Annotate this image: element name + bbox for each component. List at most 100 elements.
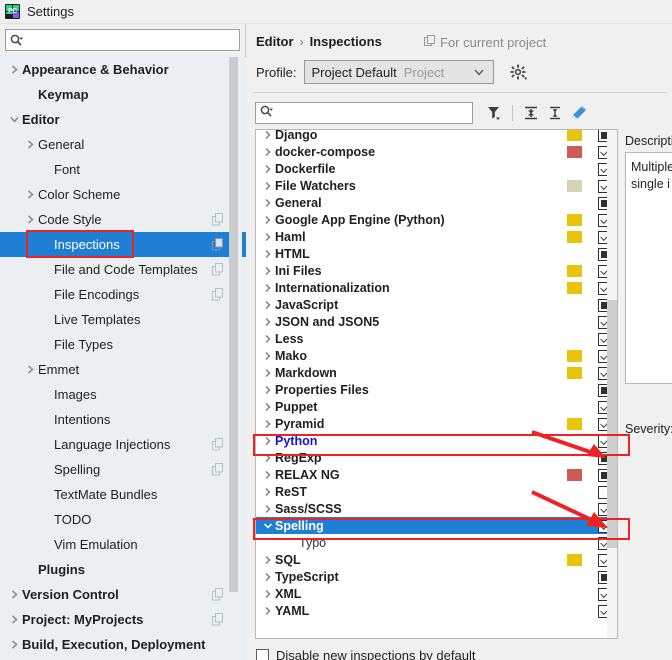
- chevron-right-icon[interactable]: [260, 436, 275, 446]
- reset-button[interactable]: [568, 102, 590, 124]
- chevron-right-icon[interactable]: [260, 232, 275, 242]
- inspection-row[interactable]: JavaScript: [256, 296, 617, 313]
- inspections-scrollbar-thumb[interactable]: [607, 300, 617, 548]
- chevron-right-icon[interactable]: [260, 555, 275, 565]
- sidebar-item-file-types[interactable]: File Types: [0, 332, 246, 357]
- inspection-row[interactable]: Ini Files: [256, 262, 617, 279]
- inspection-row[interactable]: Pyramid: [256, 415, 617, 432]
- chevron-right-icon[interactable]: [260, 419, 275, 429]
- sidebar-item-general[interactable]: General: [0, 132, 246, 157]
- sidebar-item-appearance-behavior[interactable]: Appearance & Behavior: [0, 57, 246, 82]
- sidebar-item-textmate-bundles[interactable]: TextMate Bundles: [0, 482, 246, 507]
- chevron-right-icon[interactable]: [260, 487, 275, 497]
- chevron-right-icon[interactable]: [22, 214, 38, 225]
- chevron-right-icon[interactable]: [260, 147, 275, 157]
- sidebar-item-keymap[interactable]: Keymap: [0, 82, 246, 107]
- inspection-row[interactable]: Django: [256, 130, 617, 143]
- sidebar-scrollbar-thumb[interactable]: [229, 57, 238, 592]
- sidebar-item-intentions[interactable]: Intentions: [0, 407, 246, 432]
- chevron-right-icon[interactable]: [260, 589, 275, 599]
- inspection-row[interactable]: ReST: [256, 483, 617, 500]
- inspections-search-input[interactable]: [276, 105, 468, 121]
- chevron-right-icon[interactable]: [6, 639, 22, 650]
- chevron-right-icon[interactable]: [260, 368, 275, 378]
- chevron-right-icon[interactable]: [260, 164, 275, 174]
- chevron-right-icon[interactable]: [260, 266, 275, 276]
- chevron-right-icon[interactable]: [22, 364, 38, 375]
- profile-select[interactable]: Project Default Project: [304, 60, 495, 84]
- inspection-row[interactable]: Haml: [256, 228, 617, 245]
- inspection-row[interactable]: Markdown: [256, 364, 617, 381]
- sidebar-item-plugins[interactable]: Plugins: [0, 557, 246, 582]
- inspections-scrollbar-track[interactable]: [607, 130, 617, 638]
- inspection-row[interactable]: Spelling: [256, 517, 617, 534]
- expand-all-button[interactable]: [520, 102, 542, 124]
- chevron-right-icon[interactable]: [260, 402, 275, 412]
- inspection-row[interactable]: Dockerfile: [256, 160, 617, 177]
- sidebar-item-font[interactable]: Font: [0, 157, 246, 182]
- chevron-right-icon[interactable]: [260, 385, 275, 395]
- chevron-right-icon[interactable]: [6, 614, 22, 625]
- chevron-right-icon[interactable]: [260, 453, 275, 463]
- chevron-right-icon[interactable]: [260, 300, 275, 310]
- chevron-down-icon[interactable]: [260, 521, 275, 531]
- inspection-row[interactable]: General: [256, 194, 617, 211]
- chevron-right-icon[interactable]: [22, 139, 38, 150]
- inspection-row[interactable]: Typo: [256, 534, 617, 551]
- chevron-right-icon[interactable]: [260, 317, 275, 327]
- inspection-row[interactable]: Less: [256, 330, 617, 347]
- inspection-row[interactable]: RELAX NG: [256, 466, 617, 483]
- profile-settings-gear-button[interactable]: [508, 62, 528, 82]
- inspection-row[interactable]: Puppet: [256, 398, 617, 415]
- sidebar-item-file-encodings[interactable]: File Encodings: [0, 282, 246, 307]
- chevron-right-icon[interactable]: [260, 470, 275, 480]
- inspection-row[interactable]: SQL: [256, 551, 617, 568]
- sidebar-item-live-templates[interactable]: Live Templates: [0, 307, 246, 332]
- sidebar-item-emmet[interactable]: Emmet: [0, 357, 246, 382]
- sidebar-item-spelling[interactable]: Spelling: [0, 457, 246, 482]
- chevron-right-icon[interactable]: [260, 130, 275, 140]
- sidebar-item-editor[interactable]: Editor: [0, 107, 246, 132]
- chevron-right-icon[interactable]: [6, 64, 22, 75]
- disable-new-inspections-checkbox[interactable]: [256, 649, 269, 660]
- inspection-row[interactable]: Google App Engine (Python): [256, 211, 617, 228]
- sidebar-item-version-control[interactable]: Version Control: [0, 582, 246, 607]
- inspection-row[interactable]: HTML: [256, 245, 617, 262]
- chevron-right-icon[interactable]: [6, 589, 22, 600]
- sidebar-search-box[interactable]: [5, 29, 240, 51]
- inspection-row[interactable]: JSON and JSON5: [256, 313, 617, 330]
- sidebar-scrollbar-track[interactable]: [229, 57, 242, 660]
- chevron-right-icon[interactable]: [260, 606, 275, 616]
- inspection-row[interactable]: XML: [256, 585, 617, 602]
- sidebar-item-vim-emulation[interactable]: Vim Emulation: [0, 532, 246, 557]
- inspection-row[interactable]: Internationalization: [256, 279, 617, 296]
- chevron-right-icon[interactable]: [260, 572, 275, 582]
- sidebar-item-todo[interactable]: TODO: [0, 507, 246, 532]
- chevron-right-icon[interactable]: [260, 181, 275, 191]
- inspections-search-box[interactable]: [255, 102, 473, 124]
- chevron-right-icon[interactable]: [260, 351, 275, 361]
- sidebar-item-build-execution-deployment[interactable]: Build, Execution, Deployment: [0, 632, 246, 657]
- sidebar-item-code-style[interactable]: Code Style: [0, 207, 246, 232]
- chevron-right-icon[interactable]: [260, 249, 275, 259]
- inspection-row[interactable]: Mako: [256, 347, 617, 364]
- sidebar-item-color-scheme[interactable]: Color Scheme: [0, 182, 246, 207]
- chevron-right-icon[interactable]: [260, 215, 275, 225]
- inspection-row[interactable]: RegExp: [256, 449, 617, 466]
- inspection-row[interactable]: TypeScript: [256, 568, 617, 585]
- sidebar-item-images[interactable]: Images: [0, 382, 246, 407]
- search-input[interactable]: [26, 32, 235, 48]
- inspection-row[interactable]: Sass/SCSS: [256, 500, 617, 517]
- chevron-right-icon[interactable]: [260, 334, 275, 344]
- collapse-all-button[interactable]: [544, 102, 566, 124]
- chevron-right-icon[interactable]: [260, 283, 275, 293]
- chevron-right-icon[interactable]: [260, 198, 275, 208]
- sidebar-item-project-myprojects[interactable]: Project: MyProjects: [0, 607, 246, 632]
- sidebar-item-file-and-code-templates[interactable]: File and Code Templates: [0, 257, 246, 282]
- chevron-down-icon[interactable]: [6, 114, 22, 125]
- inspection-row[interactable]: File Watchers: [256, 177, 617, 194]
- filter-button[interactable]: [483, 102, 505, 124]
- inspection-row[interactable]: YAML: [256, 602, 617, 619]
- breadcrumb-parent[interactable]: Editor: [256, 34, 294, 49]
- inspection-row[interactable]: Properties Files: [256, 381, 617, 398]
